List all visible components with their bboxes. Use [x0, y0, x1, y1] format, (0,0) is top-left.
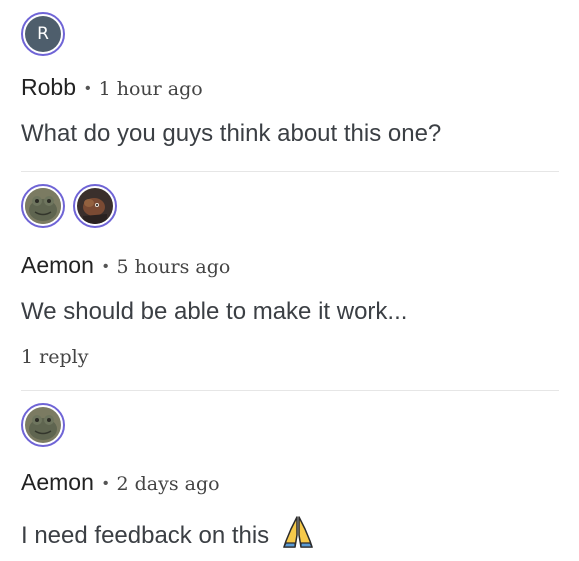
avatar[interactable] [21, 403, 65, 447]
timestamp: 1 hour ago [98, 78, 203, 100]
separator-dot: • [102, 258, 109, 275]
avatar-group: R [21, 12, 65, 62]
avatar[interactable] [73, 184, 117, 228]
author-name[interactable]: Aemon [21, 252, 94, 279]
comment-feed: R Robb • 1 hour ago What do you guys thi… [0, 0, 579, 561]
comment-text: What do you guys think about this one? [21, 120, 442, 147]
folded-hands-icon [280, 515, 316, 549]
avatar[interactable]: R [21, 12, 65, 56]
author-name[interactable]: Robb [21, 74, 76, 101]
separator-dot: • [84, 80, 91, 97]
comment-meta: Robb • 1 hour ago [21, 74, 203, 101]
creature-avatar-image [77, 188, 113, 224]
separator-dot: • [102, 475, 109, 492]
divider [21, 390, 559, 391]
comment-text: We should be able to make it work... [21, 298, 408, 325]
replies-link[interactable]: 1 reply [21, 346, 88, 368]
comment-meta: Aemon • 2 days ago [21, 469, 220, 496]
avatar-group [21, 184, 117, 234]
timestamp: 2 days ago [116, 473, 220, 495]
frog-avatar-image [25, 407, 61, 443]
avatar[interactable] [21, 184, 65, 228]
comment-text-row: I need feedback on this [21, 515, 316, 550]
comment-meta: Aemon • 5 hours ago [21, 252, 230, 279]
comment-text: I need feedback on this [21, 522, 270, 549]
frog-avatar-image [25, 188, 61, 224]
author-name[interactable]: Aemon [21, 469, 94, 496]
avatar-initial: R [25, 16, 61, 52]
timestamp: 5 hours ago [116, 256, 231, 278]
avatar-group [21, 403, 65, 453]
divider [21, 171, 559, 172]
